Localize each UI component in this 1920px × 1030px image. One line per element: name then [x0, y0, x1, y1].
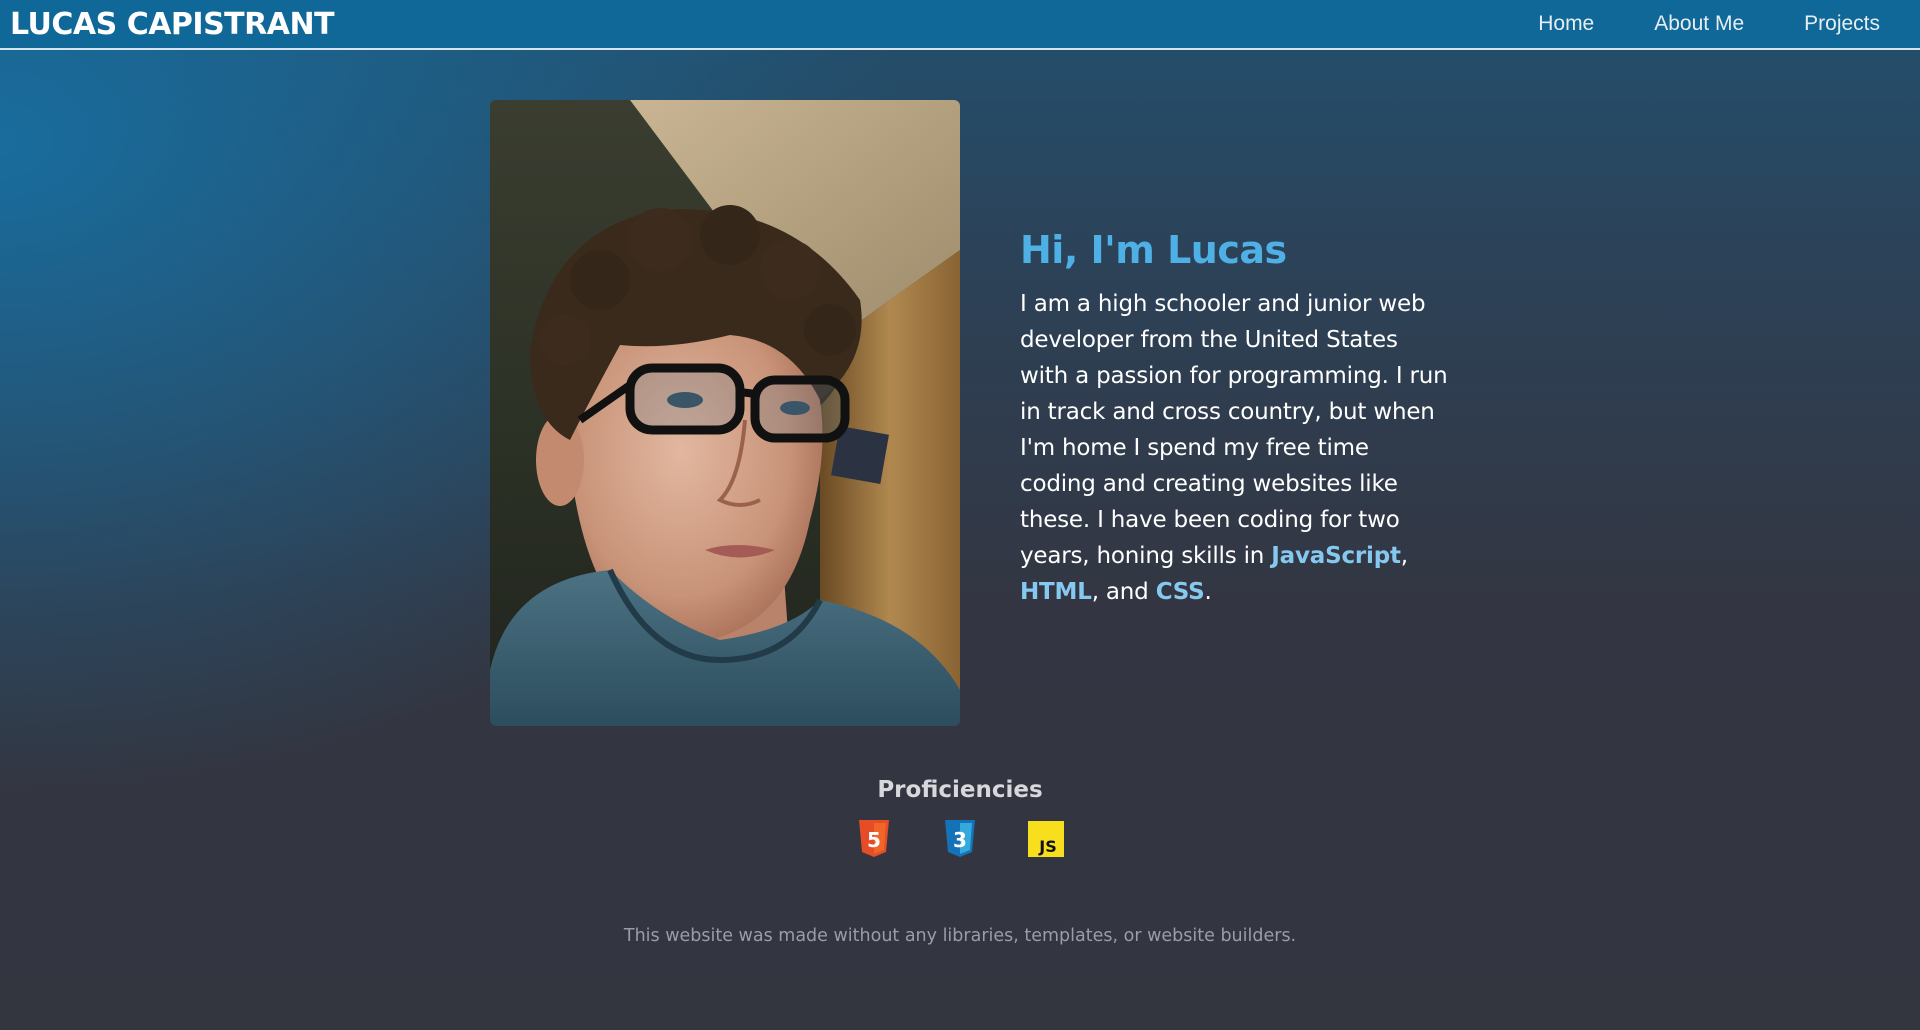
nav-link-projects[interactable]: Projects: [1804, 12, 1880, 36]
bio-text: I am a high schooler and junior web deve…: [1020, 291, 1448, 569]
proficiencies-title: Proficiencies: [877, 777, 1043, 803]
html5-glyph: 5: [867, 828, 881, 852]
intro-bio: I am a high schooler and junior web deve…: [1020, 286, 1450, 610]
nav-links: Home About Me Projects: [1478, 0, 1880, 48]
bio-separator: , and: [1091, 579, 1156, 605]
html5-icon: 5: [855, 820, 893, 858]
css3-icon: 3: [941, 820, 979, 858]
bio-separator: ,: [1400, 543, 1408, 569]
intro-heading: Hi, I'm Lucas: [1020, 228, 1287, 272]
footer-note: This website was made without any librar…: [623, 926, 1297, 946]
bio-end: .: [1204, 579, 1212, 605]
portrait-photo: [490, 100, 960, 726]
nav-link-home[interactable]: Home: [1538, 12, 1594, 36]
site-brand[interactable]: LUCAS CAPISTRANT: [10, 8, 335, 42]
css3-glyph: 3: [953, 828, 967, 852]
nav-link-about-me[interactable]: About Me: [1654, 12, 1744, 36]
skill-css[interactable]: CSS: [1156, 579, 1205, 605]
top-navbar: LUCAS CAPISTRANT Home About Me Projects: [0, 0, 1920, 50]
skill-javascript[interactable]: JavaScript: [1271, 543, 1401, 569]
javascript-icon: JS: [1027, 820, 1065, 858]
proficiencies-icons: 5 3 JS: [0, 820, 1920, 858]
skill-html[interactable]: HTML: [1020, 579, 1092, 605]
javascript-glyph: JS: [1038, 837, 1056, 856]
intro-section: Hi, I'm Lucas I am a high schooler and j…: [1020, 224, 1450, 610]
